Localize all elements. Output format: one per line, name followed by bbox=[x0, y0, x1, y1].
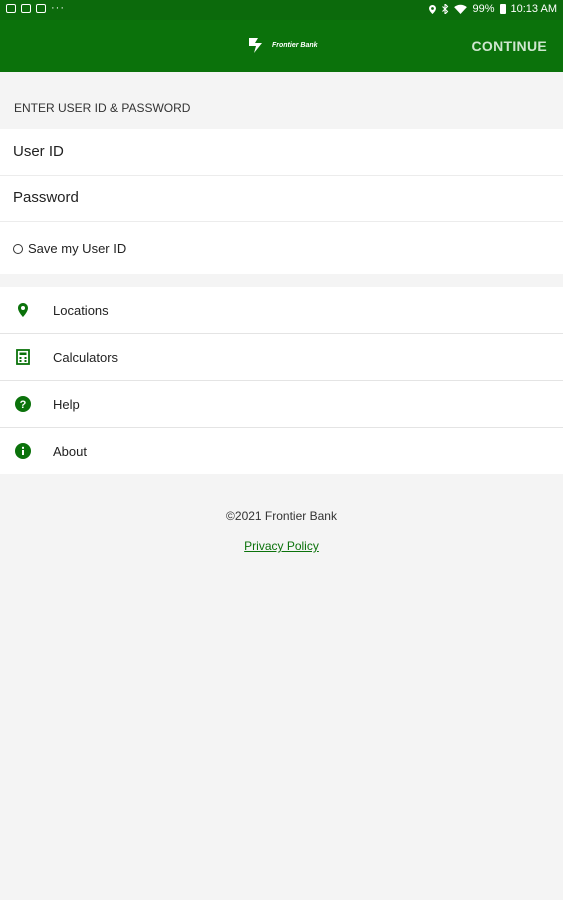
status-bar: ··· 99% 10:13 AM bbox=[0, 0, 563, 20]
save-user-id-toggle[interactable]: Save my User ID bbox=[13, 241, 126, 256]
login-form: User ID Password Save my User ID bbox=[0, 129, 563, 274]
logo-text: Frontier Bank bbox=[272, 41, 318, 49]
user-id-field[interactable]: User ID bbox=[0, 129, 563, 176]
overflow-icon: ··· bbox=[51, 2, 65, 14]
continue-button[interactable]: CONTINUE bbox=[471, 38, 547, 54]
calculator-icon bbox=[16, 349, 30, 365]
help-icon: ? bbox=[15, 396, 31, 412]
menu-item-about[interactable]: About bbox=[0, 428, 563, 474]
wifi-icon bbox=[454, 4, 468, 14]
menu-item-label: About bbox=[53, 444, 87, 459]
photo-icon bbox=[21, 4, 31, 13]
frontier-bank-logo: Frontier Bank bbox=[246, 36, 318, 54]
privacy-policy-container: Privacy Policy bbox=[0, 539, 563, 553]
menu-item-label: Locations bbox=[53, 303, 109, 318]
frontier-bank-logo-mark-icon bbox=[249, 38, 262, 53]
menu-list: Locations Calculators ? Help About bbox=[0, 287, 563, 474]
user-id-label: User ID bbox=[13, 143, 64, 160]
app-bar: Frontier Bank CONTINUE bbox=[0, 20, 563, 72]
menu-item-label: Help bbox=[53, 397, 80, 412]
login-section-title: ENTER USER ID & PASSWORD bbox=[14, 101, 191, 115]
password-label: Password bbox=[13, 189, 79, 206]
privacy-policy-link[interactable]: Privacy Policy bbox=[244, 539, 319, 553]
clock: 10:13 AM bbox=[510, 3, 557, 15]
menu-item-label: Calculators bbox=[53, 350, 119, 365]
location-pin-icon bbox=[18, 303, 28, 317]
gallery-icon bbox=[6, 4, 16, 13]
menu-item-calculators[interactable]: Calculators bbox=[0, 334, 563, 381]
location-status-icon bbox=[429, 4, 437, 14]
battery-icon bbox=[499, 4, 506, 14]
save-user-id-label: Save my User ID bbox=[28, 241, 127, 256]
status-bar-right: 99% 10:13 AM bbox=[429, 3, 557, 15]
menu-item-locations[interactable]: Locations bbox=[0, 287, 563, 334]
copyright-text: ©2021 Frontier Bank bbox=[226, 509, 337, 523]
svg-text:?: ? bbox=[20, 399, 27, 411]
password-field[interactable]: Password bbox=[0, 175, 563, 222]
bluetooth-icon bbox=[442, 4, 449, 14]
battery-percentage: 99% bbox=[472, 3, 495, 15]
save-user-id-radio[interactable] bbox=[13, 243, 23, 254]
menu-item-help[interactable]: ? Help bbox=[0, 381, 563, 428]
status-bar-left: ··· bbox=[6, 2, 65, 14]
message-icon bbox=[36, 4, 46, 13]
info-icon bbox=[15, 443, 31, 459]
